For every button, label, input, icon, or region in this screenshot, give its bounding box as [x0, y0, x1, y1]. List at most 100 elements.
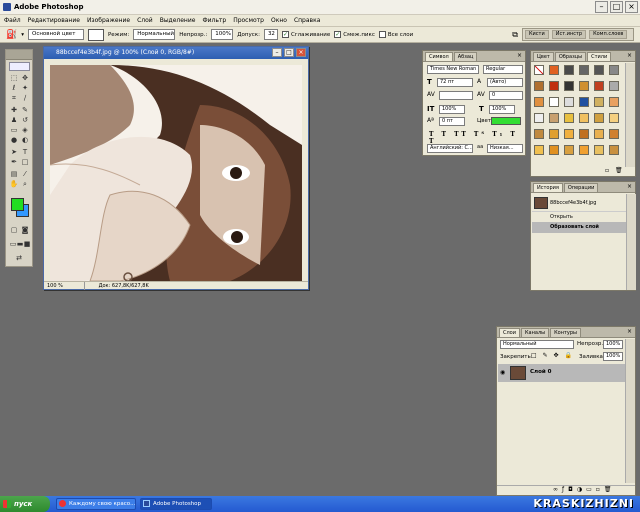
style-swatch[interactable]	[579, 145, 589, 155]
notes-icon[interactable]: ▤	[9, 170, 19, 179]
go-to-bridge-icon[interactable]: ⧉	[512, 30, 518, 40]
menu-help[interactable]: Справка	[294, 17, 320, 24]
font-style-select[interactable]: Regular	[483, 65, 523, 74]
slice-icon[interactable]: ∕	[20, 94, 30, 103]
style-swatch[interactable]	[534, 129, 544, 139]
tab-channels[interactable]: Каналы	[521, 328, 550, 337]
style-swatch[interactable]	[549, 113, 559, 123]
minimize-button[interactable]: –	[595, 1, 608, 13]
well-tab-tool-presets[interactable]: Ист.инстр	[551, 30, 587, 39]
menu-view[interactable]: Просмотр	[233, 17, 264, 24]
style-swatch[interactable]	[534, 81, 544, 91]
magic-wand-icon[interactable]: ✦	[20, 84, 30, 93]
layer-opacity-input[interactable]: 100%	[603, 340, 623, 349]
history-scrollbar[interactable]	[626, 194, 636, 290]
style-swatch[interactable]	[549, 129, 559, 139]
lock-icons[interactable]: □ ✎ ✥ 🔒	[531, 352, 574, 359]
foreground-color-swatch[interactable]	[11, 198, 24, 211]
font-family-select[interactable]: Times New Roman	[427, 65, 479, 74]
new-layer-icon[interactable]: ▫	[596, 486, 604, 493]
blend-mode-select[interactable]: Нормальный	[500, 340, 574, 349]
style-swatch[interactable]	[579, 113, 589, 123]
opacity-input[interactable]: 100%	[211, 29, 234, 40]
move-icon[interactable]: ✥	[20, 74, 30, 83]
style-swatch[interactable]	[609, 97, 619, 107]
blur-icon[interactable]: ●	[9, 136, 19, 145]
menu-edit[interactable]: Редактирование	[28, 17, 80, 24]
tab-layers[interactable]: Слои	[499, 328, 520, 337]
well-tab-layer-comps[interactable]: Комп.слоев	[589, 30, 628, 39]
link-layers-icon[interactable]: ∞	[553, 486, 562, 493]
style-swatch[interactable]	[549, 97, 559, 107]
paint-bucket-tool-icon[interactable]: ◈	[20, 126, 30, 135]
eyedropper-icon[interactable]: ⁄	[20, 170, 30, 179]
menu-layer[interactable]: Слой	[137, 17, 153, 24]
style-swatch[interactable]	[594, 145, 604, 155]
style-swatch[interactable]	[594, 65, 604, 75]
tab-paragraph[interactable]: Абзац	[453, 52, 478, 61]
eye-icon[interactable]: ◉	[500, 369, 505, 376]
style-swatch[interactable]	[549, 145, 559, 155]
style-swatch[interactable]	[549, 65, 559, 75]
text-color-swatch[interactable]	[491, 117, 521, 125]
style-swatch[interactable]	[534, 145, 544, 155]
menu-image[interactable]: Изображение	[87, 17, 130, 24]
horizontal-scale-input[interactable]: 100%	[489, 105, 515, 114]
tolerance-input[interactable]: 32	[263, 29, 278, 40]
shape-icon[interactable]: □	[20, 158, 30, 167]
path-selection-icon[interactable]: ➤	[9, 148, 19, 157]
mode-select[interactable]: Нормальный	[133, 29, 176, 40]
menu-filter[interactable]: Фильтр	[202, 17, 226, 24]
font-size-input[interactable]: 72 пт	[437, 78, 473, 87]
eraser-icon[interactable]: ▭	[9, 126, 19, 135]
layers-close-icon[interactable]: ×	[627, 328, 632, 335]
doc-minimize-button[interactable]: –	[272, 48, 282, 57]
well-tab-brushes[interactable]: Кисти	[525, 30, 549, 39]
healing-brush-icon[interactable]: ✚	[9, 106, 19, 115]
layer-row[interactable]: ◉ Слой 0	[498, 364, 626, 382]
taskbar-item-photoshop[interactable]: Adobe Photoshop	[140, 498, 212, 510]
style-swatch[interactable]	[609, 129, 619, 139]
styles-close-icon[interactable]: ×	[627, 52, 632, 59]
clone-stamp-icon[interactable]: ♟	[9, 116, 19, 125]
contiguous-option[interactable]: ✓ Смеж.пикс	[334, 31, 375, 38]
styles-scrollbar[interactable]	[625, 63, 635, 167]
delete-style-icon[interactable]: 🗑	[615, 167, 623, 174]
style-swatch[interactable]	[564, 65, 574, 75]
style-swatch[interactable]	[534, 97, 544, 107]
marquee-icon[interactable]: ⬚	[9, 74, 19, 83]
type-icon[interactable]: T	[20, 148, 30, 157]
history-item-open[interactable]: Открыть	[532, 211, 628, 222]
all-layers-checkbox[interactable]	[378, 31, 386, 38]
zoom-level[interactable]: 100 %	[47, 282, 85, 290]
paint-bucket-icon[interactable]: ⛽	[6, 30, 17, 40]
fill-source-select[interactable]: Основной цвет	[27, 29, 84, 40]
style-swatch[interactable]	[579, 65, 589, 75]
standard-mode-icon[interactable]: ▢	[9, 226, 19, 235]
jump-to-imageready-icon[interactable]: ⇄	[14, 254, 24, 263]
pattern-swatch[interactable]	[87, 28, 104, 41]
leading-input[interactable]: (Авто)	[487, 78, 523, 87]
quick-mask-icon[interactable]: ◙	[20, 226, 30, 235]
style-swatch[interactable]	[579, 97, 589, 107]
doc-maximize-button[interactable]: □	[284, 48, 294, 57]
pen-icon[interactable]: ✒	[9, 158, 19, 167]
style-swatch[interactable]	[594, 81, 604, 91]
delete-layer-icon[interactable]: 🗑	[604, 486, 616, 493]
history-brush-icon[interactable]: ↺	[20, 116, 30, 125]
style-none[interactable]	[534, 65, 544, 75]
brush-icon[interactable]: ✎	[20, 106, 30, 115]
style-swatch[interactable]	[609, 145, 619, 155]
tracking-input[interactable]: 0	[489, 91, 523, 100]
antialias-select[interactable]: Низкая...	[487, 144, 523, 153]
tab-styles[interactable]: Стили	[587, 52, 612, 61]
style-swatch[interactable]	[609, 65, 619, 75]
vertical-scale-input[interactable]: 100%	[439, 105, 465, 114]
menu-file[interactable]: Файл	[4, 17, 21, 24]
new-style-icon[interactable]: ▫	[605, 167, 609, 174]
screen-mode-black-icon[interactable]: ■	[22, 240, 32, 249]
style-swatch[interactable]	[594, 129, 604, 139]
tab-character[interactable]: Символ	[425, 52, 453, 61]
panel-close-icon[interactable]: ×	[517, 52, 522, 59]
style-swatch[interactable]	[609, 113, 619, 123]
